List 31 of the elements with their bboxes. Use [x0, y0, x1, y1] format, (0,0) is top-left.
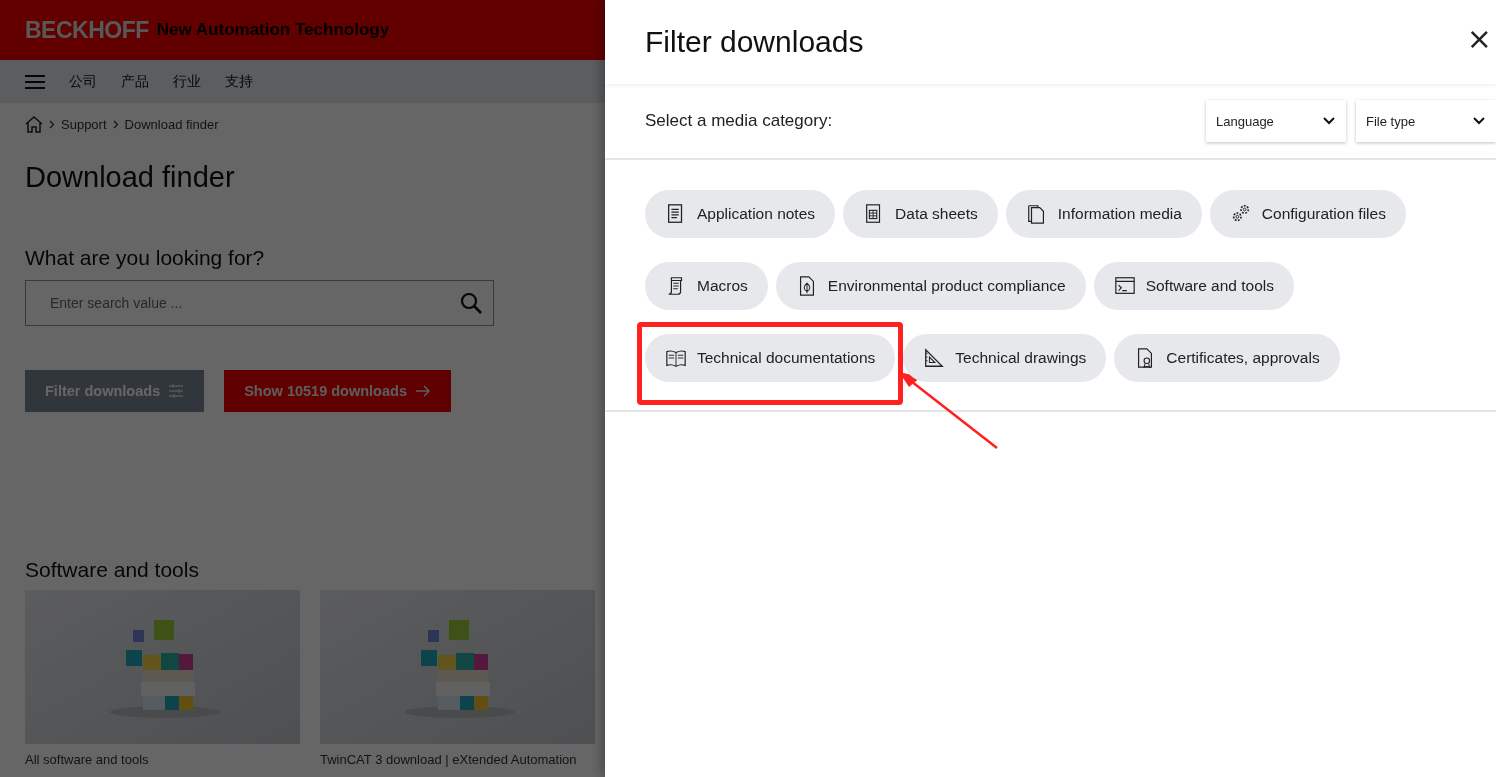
category-chip[interactable]: Configuration files [1209, 190, 1406, 238]
search-field[interactable]: Enter search value ... [25, 280, 494, 326]
home-icon[interactable] [25, 116, 43, 133]
category-chip[interactable]: Information media [1005, 190, 1202, 238]
arrow-right-icon [414, 385, 431, 397]
terminal-icon [1113, 275, 1136, 297]
book-icon [665, 347, 687, 369]
panel-title: Filter downloads [645, 25, 864, 59]
category-chip[interactable]: Certificates, approvals [1114, 334, 1340, 382]
chevron-icon [112, 120, 119, 129]
page-title: Download finder [25, 161, 236, 194]
tagline: New Automation Technology [156, 20, 390, 40]
search-icon[interactable] [460, 292, 482, 314]
dropdown[interactable]: File type [1356, 100, 1496, 142]
category-chip[interactable]: Environmental product compliance [775, 262, 1086, 310]
sliders-icon [168, 383, 185, 399]
category-chip[interactable]: Application notes [645, 190, 836, 238]
category-chip[interactable]: Technical drawings [903, 334, 1107, 382]
category-chip[interactable]: Data sheets [843, 190, 998, 238]
chevron-down-icon [1472, 116, 1486, 126]
category-chip[interactable]: Software and tools [1093, 262, 1294, 310]
chevron-down-icon [1322, 116, 1336, 126]
section-title: Software and tools [25, 558, 200, 582]
dropdown[interactable]: Language [1206, 100, 1346, 142]
menu-icon[interactable] [25, 74, 45, 89]
close-button[interactable]: × [1466, 24, 1496, 54]
category-prompt: Select a media category: [645, 111, 834, 131]
category-chip[interactable]: Technical documentations [645, 334, 896, 382]
category-chip[interactable]: Macros [645, 262, 768, 310]
chevron-icon [49, 120, 55, 129]
search-label: What are you looking for? [25, 246, 266, 270]
